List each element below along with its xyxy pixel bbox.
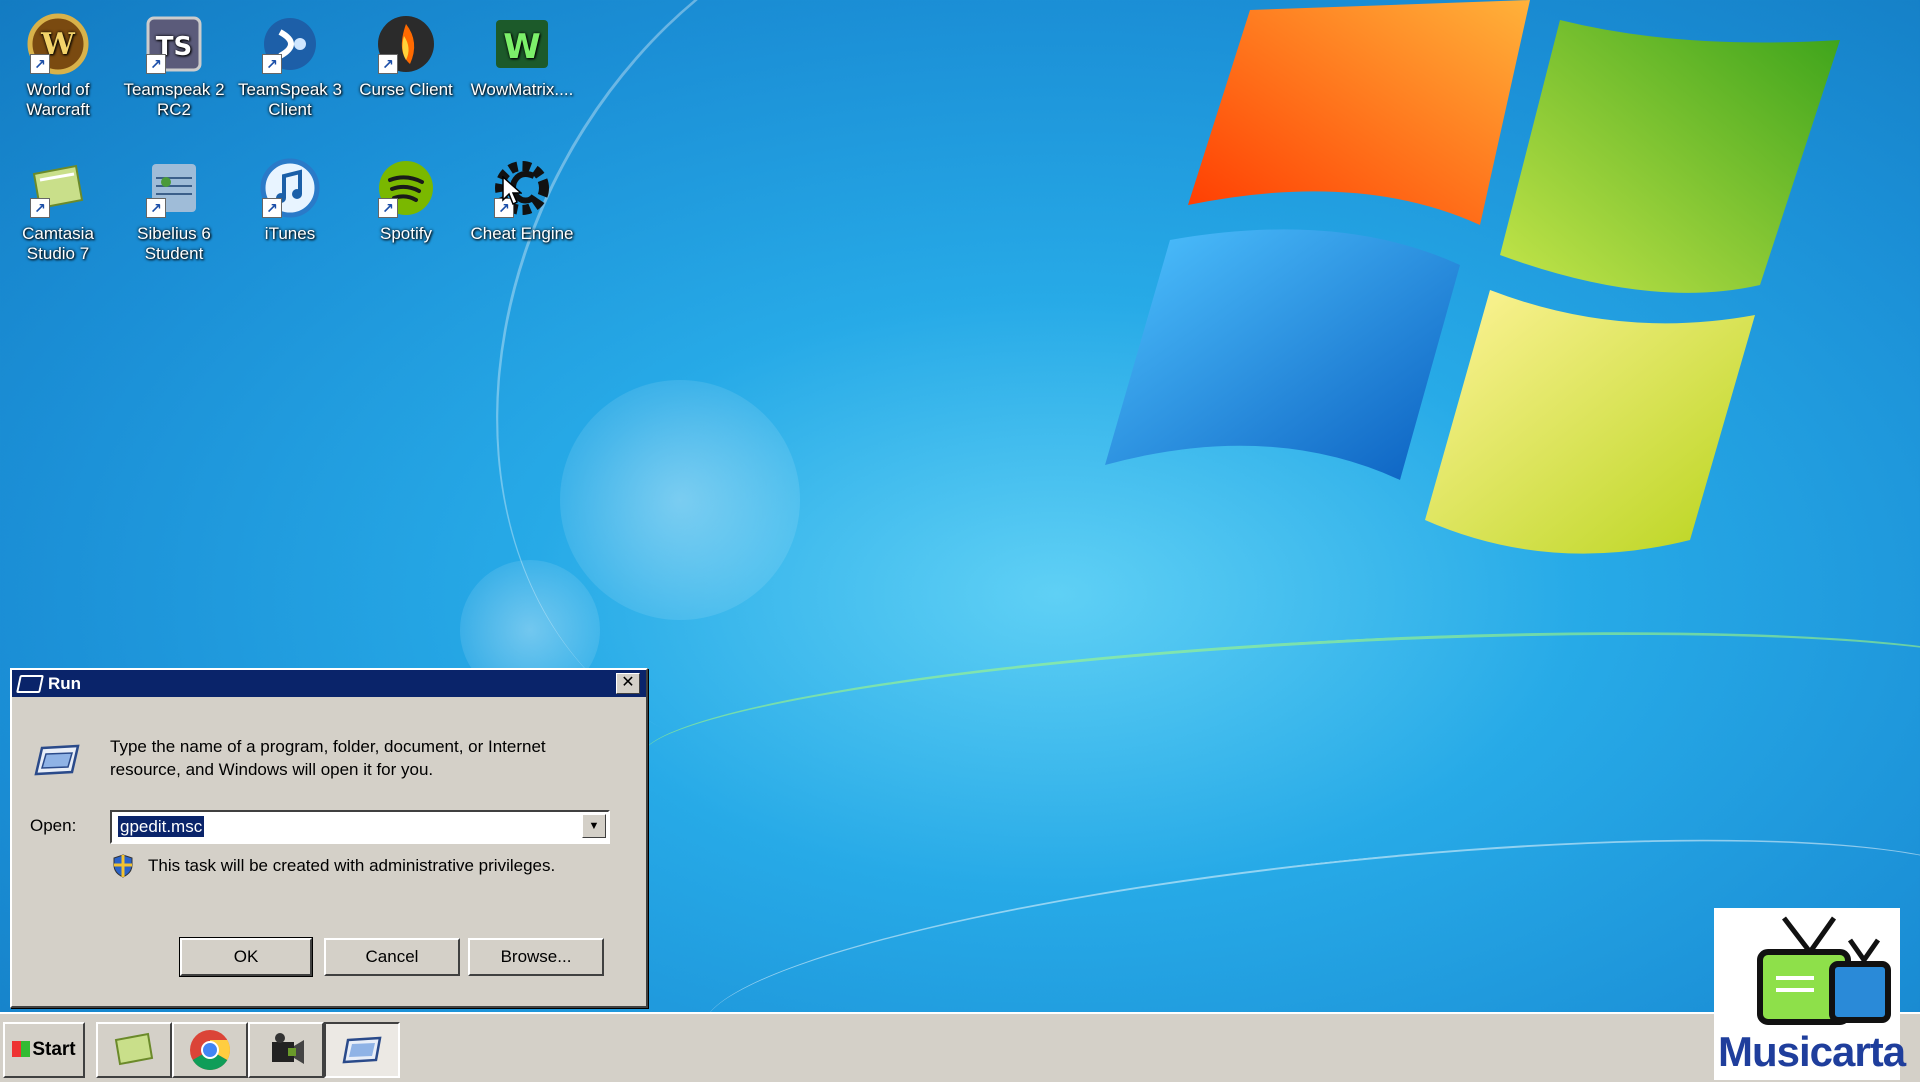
teamspeak-3-icon: ↗: [258, 12, 322, 76]
desktop-icon-teamspeak-3[interactable]: ↗ TeamSpeak 3 Client: [232, 4, 348, 120]
desktop-icon-sibelius[interactable]: ↗ Sibelius 6 Student: [116, 148, 232, 264]
taskbar: Start: [0, 1012, 1920, 1082]
run-dialog-title: Run: [48, 673, 82, 693]
shortcut-arrow-icon: ↗: [146, 198, 166, 218]
shortcut-arrow-icon: ↗: [30, 54, 50, 74]
desktop-icon-wowmatrix[interactable]: W WowMatrix....: [464, 4, 580, 100]
taskbar-chrome-button[interactable]: [172, 1022, 248, 1078]
desktop-icon-label: WowMatrix....: [470, 80, 574, 99]
open-input[interactable]: gpedit.msc: [118, 816, 205, 837]
ok-button[interactable]: OK: [179, 937, 313, 977]
taskbar-video-button[interactable]: [248, 1022, 324, 1078]
windows-flag-icon: [12, 1041, 31, 1057]
start-button[interactable]: Start: [3, 1022, 85, 1078]
run-dialog-titlebar[interactable]: Run: [12, 670, 646, 697]
shortcut-arrow-icon: ↗: [262, 54, 282, 74]
desktop-icon-label: Sibelius 6 Student: [137, 224, 211, 263]
mouse-cursor-icon: [502, 176, 522, 206]
desktop-icon-label: TeamSpeak 3 Client: [238, 80, 342, 119]
browse-button[interactable]: Browse...: [468, 938, 604, 976]
open-label: Open:: [30, 816, 77, 835]
run-dialog[interactable]: Run ✕ Type the name of a program, folder…: [10, 668, 648, 1008]
cheat-engine-icon: ↗: [490, 156, 554, 220]
video-camera-icon: [272, 1033, 304, 1064]
light-flare: [560, 380, 800, 620]
desktop-icon-teamspeak-2[interactable]: TS ↗ Teamspeak 2 RC2: [116, 4, 232, 120]
desktop-icon-label: Cheat Engine: [470, 224, 574, 243]
svg-text:W: W: [503, 27, 541, 67]
shortcut-arrow-icon: ↗: [146, 54, 166, 74]
spotify-icon: ↗: [374, 156, 438, 220]
tv-logo-icon: [1757, 916, 1891, 1025]
desktop-icon-label: Curse Client: [359, 80, 453, 99]
chrome-icon: [190, 1030, 230, 1070]
musicarta-logo: Musicarta: [1714, 908, 1906, 1080]
desktop-icon-spotify[interactable]: ↗ Spotify: [348, 148, 464, 244]
desktop-icon-label: Camtasia Studio 7: [22, 224, 94, 263]
curse-client-icon: ↗: [374, 12, 438, 76]
desktop-icon-label: Spotify: [380, 224, 432, 243]
taskbar-camtasia-button[interactable]: [96, 1022, 172, 1078]
shortcut-arrow-icon: ↗: [378, 198, 398, 218]
cancel-button[interactable]: Cancel: [324, 938, 460, 976]
desktop-icon-curse-client[interactable]: ↗ Curse Client: [348, 4, 464, 100]
sibelius-icon: ↗: [142, 156, 206, 220]
world-of-warcraft-icon: W ↗: [26, 12, 90, 76]
teamspeak-2-icon: TS ↗: [142, 12, 206, 76]
uac-shield-icon: [113, 854, 133, 878]
desktop-icon-label: iTunes: [264, 224, 316, 243]
musicarta-text: Musicarta: [1718, 1028, 1906, 1075]
desktop-icon-itunes[interactable]: ↗ iTunes: [232, 148, 348, 244]
open-combobox[interactable]: gpedit.msc ▼: [110, 810, 610, 844]
shortcut-arrow-icon: ↗: [378, 54, 398, 74]
desktop-icon-label: World of Warcraft: [26, 80, 90, 119]
desktop-icon-label: Teamspeak 2 RC2: [123, 80, 225, 119]
shortcut-arrow-icon: ↗: [262, 198, 282, 218]
windows-logo: [1105, 0, 1840, 554]
taskbar-run-button[interactable]: [324, 1022, 400, 1078]
run-icon: [16, 674, 44, 693]
itunes-icon: ↗: [258, 156, 322, 220]
desktop: W ↗ World of Warcraft TS ↗ Teamspeak 2 R…: [0, 0, 1920, 1012]
camtasia-icon: [114, 1032, 154, 1066]
run-icon: [342, 1036, 382, 1064]
desktop-icon-world-of-warcraft[interactable]: W ↗ World of Warcraft: [0, 4, 116, 120]
desktop-icon-cheat-engine[interactable]: ↗ Cheat Engine: [464, 148, 580, 244]
shortcut-arrow-icon: ↗: [30, 198, 50, 218]
start-label: Start: [32, 1039, 76, 1060]
admin-privileges-note: This task will be created with administr…: [148, 856, 556, 875]
desktop-icon-camtasia[interactable]: ↗ Camtasia Studio 7: [0, 148, 116, 264]
close-button[interactable]: ✕: [616, 673, 640, 694]
run-description: Type the name of a program, folder, docu…: [110, 737, 546, 779]
wallpaper-streak: [636, 603, 1920, 840]
camtasia-icon: ↗: [26, 156, 90, 220]
close-icon: ✕: [621, 674, 635, 691]
run-program-icon: [34, 744, 80, 776]
chevron-down-icon[interactable]: ▼: [582, 814, 606, 838]
wowmatrix-icon: W: [490, 12, 554, 76]
